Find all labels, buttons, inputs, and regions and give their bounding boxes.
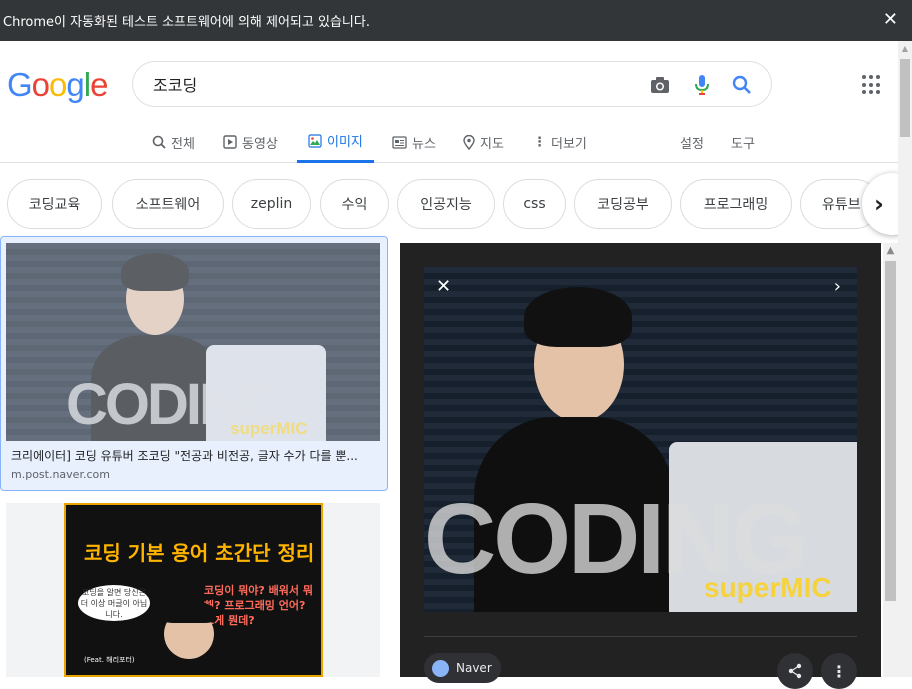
search-input[interactable]: 조코딩 <box>132 61 772 107</box>
scroll-up-icon[interactable]: ▲ <box>885 245 896 257</box>
image-result[interactable]: 코딩 기본 용어 초간단 정리 코딩을 알면 당신은 더 이상 머글이 아닙니다… <box>6 503 380 677</box>
automation-infobar: Chrome이 자동화된 테스트 소프트웨어에 의해 제어되고 있습니다. ✕ <box>0 0 912 41</box>
chip-css[interactable]: css <box>503 179 566 229</box>
close-icon[interactable]: ✕ <box>883 9 898 30</box>
close-icon[interactable]: ✕ <box>436 276 451 297</box>
video-icon <box>223 135 237 149</box>
result-thumbnail[interactable]: CODING superMIC <box>6 243 380 441</box>
related-chips: 코딩교육 소프트웨어 zeplin 수익 인공지능 css 코딩공부 프로그래밍… <box>0 163 912 238</box>
search-icon[interactable] <box>730 73 754 97</box>
tab-tools[interactable]: 도구 <box>731 121 755 163</box>
chip-ai[interactable]: 인공지능 <box>397 179 495 229</box>
page-scrollbar[interactable]: ▲ <box>898 41 912 677</box>
google-logo[interactable]: Google <box>7 66 108 104</box>
scrollbar-thumb[interactable] <box>885 261 896 601</box>
scrollbar-thumb[interactable] <box>900 59 910 137</box>
tab-videos[interactable]: 동영상 <box>223 121 278 163</box>
search-icon <box>152 135 166 149</box>
poster-feat: (Feat. 해리포터) <box>84 656 135 664</box>
news-icon <box>392 135 407 149</box>
result-title[interactable]: 크리에이터] 코딩 유튜버 조코딩 "전공과 비전공, 글자 수가 다를 뿐..… <box>11 447 379 464</box>
search-tabs: 전체 동영상 이미지 뉴스 지도 ⋮ 더보기 설정 도구 <box>0 121 912 163</box>
speech-bubble: 코딩을 알면 당신은 더 이상 머글이 아닙니다. <box>78 585 150 621</box>
chip-software[interactable]: 소프트웨어 <box>112 179 224 229</box>
more-vert-icon[interactable]: ⋮ <box>821 653 857 689</box>
tab-all[interactable]: 전체 <box>152 121 195 163</box>
chip-coding-education[interactable]: 코딩교육 <box>7 179 102 229</box>
search-header: Google 조코딩 전체 동영상 이미지 뉴스 지도 ⋮ 더보기 설정 도구 <box>0 41 912 163</box>
tab-news[interactable]: 뉴스 <box>392 121 436 163</box>
tab-maps[interactable]: 지도 <box>463 121 504 163</box>
share-icon[interactable] <box>777 653 813 689</box>
chip-coding-study[interactable]: 코딩공부 <box>574 179 672 229</box>
more-vert-icon: ⋮ <box>533 134 546 150</box>
scroll-up-icon[interactable]: ▲ <box>900 44 910 53</box>
preview-image[interactable]: CODING superMIC <box>424 267 857 612</box>
chevron-right-icon[interactable]: › <box>834 276 841 297</box>
source-label: Naver <box>456 661 492 675</box>
microphone-icon[interactable] <box>690 73 714 97</box>
search-query[interactable]: 조코딩 <box>153 72 197 96</box>
tab-images[interactable]: 이미지 <box>297 121 374 163</box>
result-source[interactable]: m.post.naver.com <box>11 468 110 481</box>
globe-icon <box>432 659 449 677</box>
map-pin-icon <box>463 134 475 150</box>
camera-icon[interactable] <box>648 73 672 97</box>
chip-revenue[interactable]: 수익 <box>320 179 389 229</box>
infobar-message: Chrome이 자동화된 테스트 소프트웨어에 의해 제어되고 있습니다. <box>3 15 370 30</box>
poster-question: 코딩이 뭐야? 배워서 뭐해? 프로그래밍 언어? 그게 뭔데? <box>204 584 313 627</box>
source-chip[interactable]: Naver <box>424 653 501 683</box>
chip-programming[interactable]: 프로그래밍 <box>680 179 792 229</box>
tab-settings[interactable]: 설정 <box>680 121 704 163</box>
image-icon <box>308 133 322 148</box>
result-thumbnail[interactable]: 코딩 기본 용어 초간단 정리 코딩을 알면 당신은 더 이상 머글이 아닙니다… <box>64 503 323 677</box>
image-result[interactable]: CODING superMIC 크리에이터] 코딩 유튜버 조코딩 "전공과 비… <box>0 236 388 491</box>
supermic-logo: superMIC <box>704 572 832 603</box>
poster-title: 코딩 기본 용어 초간단 정리 <box>84 541 315 565</box>
panel-scrollbar[interactable]: ▲ <box>883 243 898 677</box>
tab-more[interactable]: ⋮ 더보기 <box>533 121 587 163</box>
image-preview-panel: CODING superMIC ✕ › Naver ⋮ <box>400 243 881 689</box>
chip-zeplin[interactable]: zeplin <box>232 179 311 229</box>
apps-grid-icon[interactable] <box>862 75 882 95</box>
